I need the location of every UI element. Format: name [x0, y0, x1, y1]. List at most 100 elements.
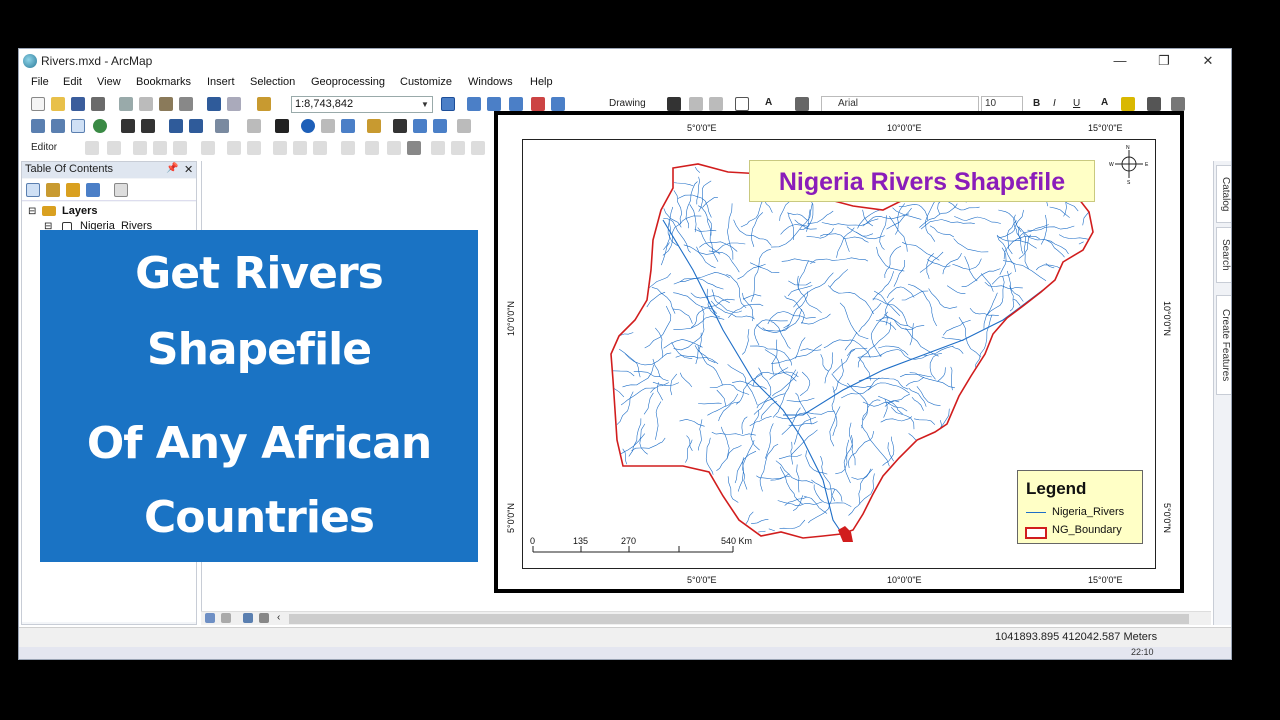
topology-icon[interactable]: [471, 141, 485, 155]
find-binoculars-icon[interactable]: [393, 119, 407, 133]
identify-icon[interactable]: [301, 119, 315, 133]
zoom-in-icon[interactable]: [31, 119, 45, 133]
menu-edit[interactable]: Edit: [63, 76, 82, 88]
cut-polygons-icon[interactable]: [273, 141, 287, 155]
print-icon[interactable]: [91, 97, 105, 111]
close-button[interactable]: ✕: [1193, 51, 1223, 71]
select-features-icon[interactable]: [215, 119, 229, 133]
menu-bookmarks[interactable]: Bookmarks: [136, 76, 191, 88]
scroll-left-icon[interactable]: ‹: [277, 612, 280, 623]
drawing-menu[interactable]: Drawing: [609, 98, 646, 109]
map-data-frame[interactable]: N S E W 0 135 270 540 Km Nigeria Rivers …: [522, 139, 1156, 569]
rotate-icon[interactable]: [689, 97, 703, 111]
time-slider-icon[interactable]: [457, 119, 471, 133]
zoom-out-icon[interactable]: [51, 119, 65, 133]
split-icon[interactable]: [293, 141, 307, 155]
menu-geoprocessing[interactable]: Geoprocessing: [311, 76, 385, 88]
table-of-contents-icon[interactable]: [467, 97, 481, 111]
measure-icon[interactable]: [367, 119, 381, 133]
catalog-window-icon[interactable]: [487, 97, 501, 111]
attributes-icon[interactable]: [341, 141, 355, 155]
search-tab[interactable]: Search: [1216, 227, 1231, 283]
layers-label[interactable]: Layers: [62, 205, 97, 217]
edit-vertices-2-icon[interactable]: [227, 141, 241, 155]
line-color-icon[interactable]: [1147, 97, 1161, 111]
fixed-zoom-out-icon[interactable]: [141, 119, 155, 133]
italic-icon[interactable]: I: [1053, 98, 1056, 109]
layout-view-icon[interactable]: [221, 613, 231, 623]
toc-options-icon[interactable]: [114, 183, 128, 197]
menu-windows[interactable]: Windows: [468, 76, 513, 88]
text-tool-icon[interactable]: A: [765, 97, 772, 108]
point-icon[interactable]: [201, 141, 215, 155]
go-forward-icon[interactable]: [189, 119, 203, 133]
clear-selection-icon[interactable]: [247, 119, 261, 133]
horizontal-scrollbar[interactable]: ‹: [201, 611, 1211, 625]
maximize-button[interactable]: ❐: [1149, 51, 1179, 71]
map-scale-input[interactable]: 1:8,743,842 ▼: [291, 96, 433, 113]
data-view-icon[interactable]: [205, 613, 215, 623]
georef-icon[interactable]: [431, 141, 445, 155]
rectangle-icon[interactable]: [735, 97, 749, 111]
catalog-tab[interactable]: Catalog: [1216, 165, 1231, 223]
cut-icon[interactable]: [119, 97, 133, 111]
bold-icon[interactable]: B: [1033, 98, 1040, 109]
create-features-icon[interactable]: [387, 141, 401, 155]
editor-toolbar-icon[interactable]: [441, 97, 455, 111]
go-to-xy-icon[interactable]: [433, 119, 447, 133]
fixed-zoom-in-icon[interactable]: [121, 119, 135, 133]
menu-selection[interactable]: Selection: [250, 76, 295, 88]
menu-insert[interactable]: Insert: [207, 76, 235, 88]
reshape-icon[interactable]: [247, 141, 261, 155]
legend[interactable]: Legend Nigeria_Rivers NG_Boundary: [1017, 470, 1143, 544]
menu-customize[interactable]: Customize: [400, 76, 452, 88]
straight-segment-icon[interactable]: [133, 141, 147, 155]
collapse-icon[interactable]: ⊟: [28, 206, 36, 217]
open-folder-icon[interactable]: [51, 97, 65, 111]
arctoolbox-icon[interactable]: [531, 97, 545, 111]
minimize-button[interactable]: —: [1105, 51, 1135, 71]
menu-help[interactable]: Help: [530, 76, 553, 88]
map-title-box[interactable]: Nigeria Rivers Shapefile: [749, 160, 1095, 202]
editor-menu[interactable]: Editor: [31, 142, 57, 153]
underline-icon[interactable]: U: [1073, 98, 1080, 109]
list-by-drawing-order-icon[interactable]: [26, 183, 40, 197]
find-route-icon[interactable]: [413, 119, 427, 133]
layout-icon[interactable]: [451, 141, 465, 155]
python-window-icon[interactable]: [551, 97, 565, 111]
select-elements-arrow-icon[interactable]: [275, 119, 289, 133]
zoom-whole-page-icon[interactable]: [709, 97, 723, 111]
layout-page[interactable]: 5°0'0"E 10°0'0"E 15°0'0"E 5°0'0"E 10°0'0…: [494, 111, 1184, 593]
endpoint-arc-icon[interactable]: [153, 141, 167, 155]
font-color-icon[interactable]: A: [1101, 97, 1108, 108]
copy-icon[interactable]: [139, 97, 153, 111]
toc-close-icon[interactable]: ✕: [184, 163, 193, 176]
rotate-2-icon[interactable]: [313, 141, 327, 155]
pan-icon[interactable]: [71, 119, 85, 133]
pause-drawing-icon[interactable]: [259, 613, 269, 623]
edit-annotation-icon[interactable]: [107, 141, 121, 155]
toolbar-options-icon[interactable]: [407, 141, 421, 155]
select-elements-icon[interactable]: [667, 97, 681, 111]
scrollbar-thumb[interactable]: [289, 614, 1189, 624]
full-extent-icon[interactable]: [93, 119, 107, 133]
hyperlink-icon[interactable]: [321, 119, 335, 133]
go-back-icon[interactable]: [169, 119, 183, 133]
save-icon[interactable]: [71, 97, 85, 111]
undo-icon[interactable]: [207, 97, 221, 111]
list-by-selection-icon[interactable]: [86, 183, 100, 197]
list-by-source-icon[interactable]: [46, 183, 60, 197]
edit-vertices-icon[interactable]: [795, 97, 809, 111]
paste-icon[interactable]: [159, 97, 173, 111]
pin-icon[interactable]: 📌: [166, 163, 178, 174]
fill-color-icon[interactable]: [1121, 97, 1135, 111]
chevron-down-icon[interactable]: ▼: [418, 97, 432, 112]
redo-icon[interactable]: [227, 97, 241, 111]
menu-file[interactable]: File: [31, 76, 49, 88]
menu-view[interactable]: View: [97, 76, 121, 88]
trace-icon[interactable]: [173, 141, 187, 155]
add-data-icon[interactable]: [257, 97, 271, 111]
new-document-icon[interactable]: [31, 97, 45, 111]
list-by-visibility-icon[interactable]: [66, 183, 80, 197]
delete-icon[interactable]: [179, 97, 193, 111]
